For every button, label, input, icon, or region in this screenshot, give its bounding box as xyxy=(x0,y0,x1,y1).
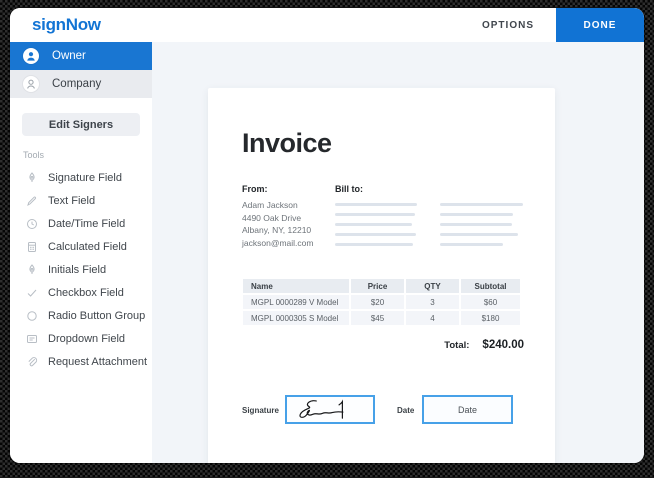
column-header: Price xyxy=(351,279,404,293)
table-cell: MGPL 0000289 V Model xyxy=(243,295,349,309)
date-field[interactable]: Date xyxy=(422,395,513,424)
company-avatar-icon xyxy=(23,76,39,92)
bill-to-label: Bill to: xyxy=(335,184,363,194)
invoice-table: Name Price QTY Subtotal MGPL 0000289 V M… xyxy=(243,279,524,325)
tool-dropdown-field[interactable]: Dropdown Field xyxy=(10,327,152,350)
radio-circle-icon xyxy=(26,310,38,322)
date-field-value: Date xyxy=(458,405,477,415)
from-line: Adam Jackson xyxy=(242,199,313,212)
checkmark-icon xyxy=(26,287,38,299)
sidebar: Owner Company Edit Signers Tools Signatu… xyxy=(10,42,152,463)
table-cell: $180 xyxy=(461,311,520,325)
app-window: signNow OPTIONS DONE Owner xyxy=(10,8,644,463)
total-value: $240.00 xyxy=(482,339,524,351)
tool-checkbox-field[interactable]: Checkbox Field xyxy=(10,281,152,304)
from-line: 4490 Oak Drive xyxy=(242,212,313,225)
tool-request-attachment[interactable]: Request Attachment xyxy=(10,350,152,373)
from-label: From: xyxy=(242,184,268,194)
signer-company[interactable]: Company xyxy=(10,70,152,98)
placeholder-line xyxy=(335,233,416,236)
pen-nib-icon xyxy=(26,264,38,276)
signature-image xyxy=(293,399,367,421)
document-title: Invoice xyxy=(242,128,332,159)
clock-icon xyxy=(26,218,38,230)
options-button[interactable]: OPTIONS xyxy=(482,20,534,31)
column-header: Name xyxy=(243,279,349,293)
document-page: Invoice From: Adam Jackson 4490 Oak Driv… xyxy=(208,88,555,463)
tool-signature-field[interactable]: Signature Field xyxy=(10,166,152,189)
table-cell: 3 xyxy=(406,295,459,309)
column-header: Subtotal xyxy=(461,279,520,293)
tool-initials-field[interactable]: Initials Field xyxy=(10,258,152,281)
placeholder-line xyxy=(335,243,413,246)
tool-datetime-field[interactable]: Date/Time Field xyxy=(10,212,152,235)
signature-label: Signature xyxy=(242,406,279,415)
date-label: Date xyxy=(397,406,414,415)
total-row: Total: $240.00 xyxy=(243,339,524,351)
column-header: QTY xyxy=(406,279,459,293)
signnow-logo: signNow xyxy=(32,15,101,35)
total-label: Total: xyxy=(444,340,469,351)
paperclip-icon xyxy=(26,356,38,368)
table-cell: MGPL 0000305 S Model xyxy=(243,311,349,325)
tool-radio-button-group[interactable]: Radio Button Group xyxy=(10,304,152,327)
edit-signers-button[interactable]: Edit Signers xyxy=(22,113,140,136)
signer-label: Company xyxy=(52,78,101,90)
from-line: Albany, NY, 12210 xyxy=(242,224,313,237)
signer-owner[interactable]: Owner xyxy=(10,42,152,70)
tools-section-label: Tools xyxy=(23,150,152,160)
placeholder-line xyxy=(440,233,518,236)
placeholder-line xyxy=(440,243,503,246)
placeholder-line xyxy=(440,203,523,206)
bill-to-placeholder-column xyxy=(440,203,523,253)
table-cell: 4 xyxy=(406,311,459,325)
tool-text-field[interactable]: Text Field xyxy=(10,189,152,212)
pencil-icon xyxy=(26,195,38,207)
top-bar-actions: OPTIONS DONE xyxy=(482,8,644,42)
table-cell: $45 xyxy=(351,311,404,325)
top-bar: signNow OPTIONS DONE xyxy=(10,8,644,42)
table-cell: $20 xyxy=(351,295,404,309)
editor-canvas: Invoice From: Adam Jackson 4490 Oak Driv… xyxy=(152,42,644,463)
owner-avatar-icon xyxy=(23,48,39,64)
done-button[interactable]: DONE xyxy=(556,8,644,42)
placeholder-line xyxy=(335,223,412,226)
placeholder-line xyxy=(440,223,512,226)
placeholder-line xyxy=(440,213,513,216)
signature-field[interactable] xyxy=(285,395,375,424)
dropdown-icon xyxy=(26,333,38,345)
placeholder-line xyxy=(335,203,417,206)
pen-nib-icon xyxy=(26,172,38,184)
bill-to-placeholder-column xyxy=(335,203,417,253)
calculator-icon xyxy=(26,241,38,253)
tool-calculated-field[interactable]: Calculated Field xyxy=(10,235,152,258)
signer-label: Owner xyxy=(52,50,86,62)
placeholder-line xyxy=(335,213,415,216)
from-line: jackson@mail.com xyxy=(242,237,313,250)
table-cell: $60 xyxy=(461,295,520,309)
from-address: Adam Jackson 4490 Oak Drive Albany, NY, … xyxy=(242,199,313,249)
